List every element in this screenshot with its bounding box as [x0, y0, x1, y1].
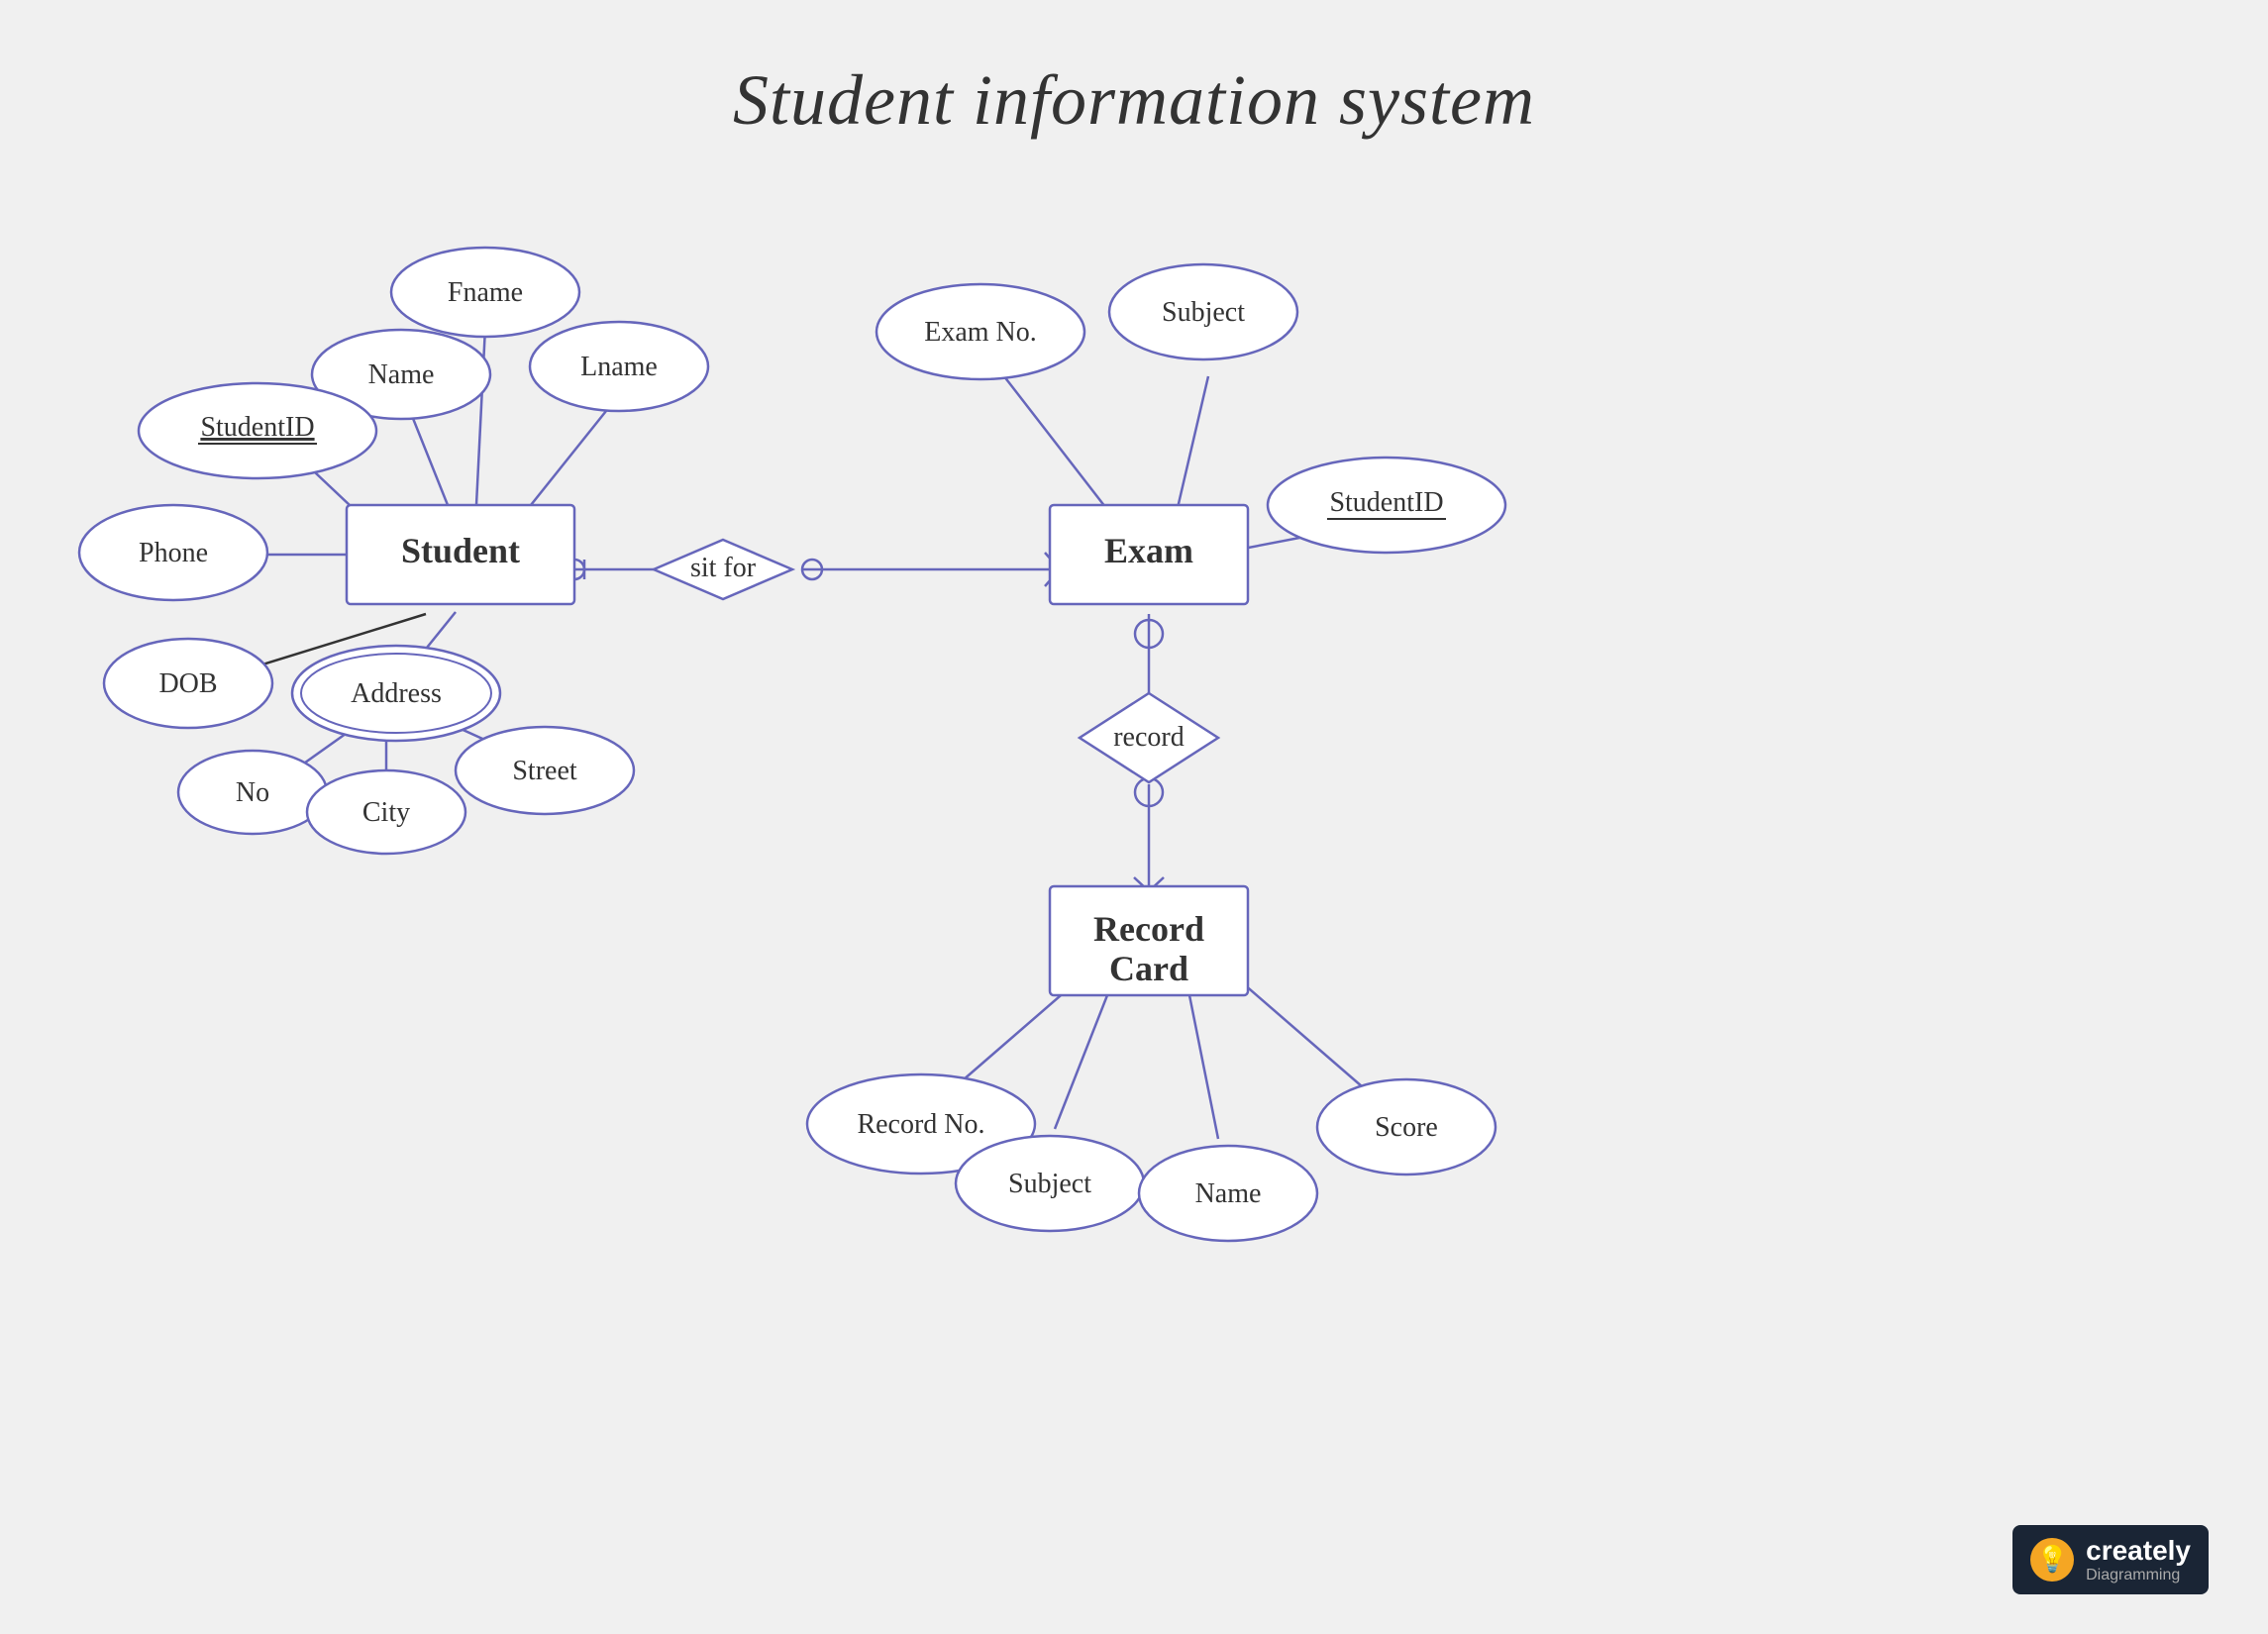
- svg-text:No: No: [236, 777, 269, 808]
- svg-text:Card: Card: [1109, 949, 1188, 988]
- svg-text:StudentID: StudentID: [200, 412, 314, 443]
- logo-brand-name: creately: [2086, 1535, 2191, 1567]
- svg-text:Name: Name: [368, 359, 435, 390]
- er-diagram: sit for record Student Exam Record Card …: [0, 0, 2268, 1634]
- svg-text:Fname: Fname: [448, 277, 523, 308]
- svg-text:Name: Name: [1195, 1178, 1262, 1209]
- svg-text:Exam: Exam: [1104, 531, 1193, 570]
- svg-text:record: record: [1113, 722, 1185, 753]
- svg-text:sit for: sit for: [690, 553, 757, 583]
- svg-text:StudentID: StudentID: [1329, 487, 1443, 518]
- svg-text:Subject: Subject: [1162, 297, 1245, 328]
- svg-text:DOB: DOB: [158, 668, 217, 699]
- svg-text:Subject: Subject: [1008, 1169, 1091, 1199]
- svg-text:Record No.: Record No.: [857, 1109, 984, 1140]
- svg-text:Address: Address: [351, 678, 442, 709]
- creately-logo: 💡 creately Diagramming: [2012, 1525, 2209, 1594]
- svg-text:Record: Record: [1093, 909, 1204, 949]
- logo-tagline: Diagramming: [2086, 1567, 2191, 1584]
- logo-bulb-icon: 💡: [2030, 1538, 2074, 1582]
- svg-text:Student: Student: [401, 531, 520, 570]
- svg-text:Street: Street: [512, 756, 577, 786]
- svg-text:Phone: Phone: [139, 538, 208, 568]
- svg-text:City: City: [362, 797, 410, 828]
- svg-text:Exam No.: Exam No.: [924, 317, 1037, 348]
- svg-text:Lname: Lname: [580, 352, 658, 382]
- svg-text:Score: Score: [1375, 1112, 1438, 1143]
